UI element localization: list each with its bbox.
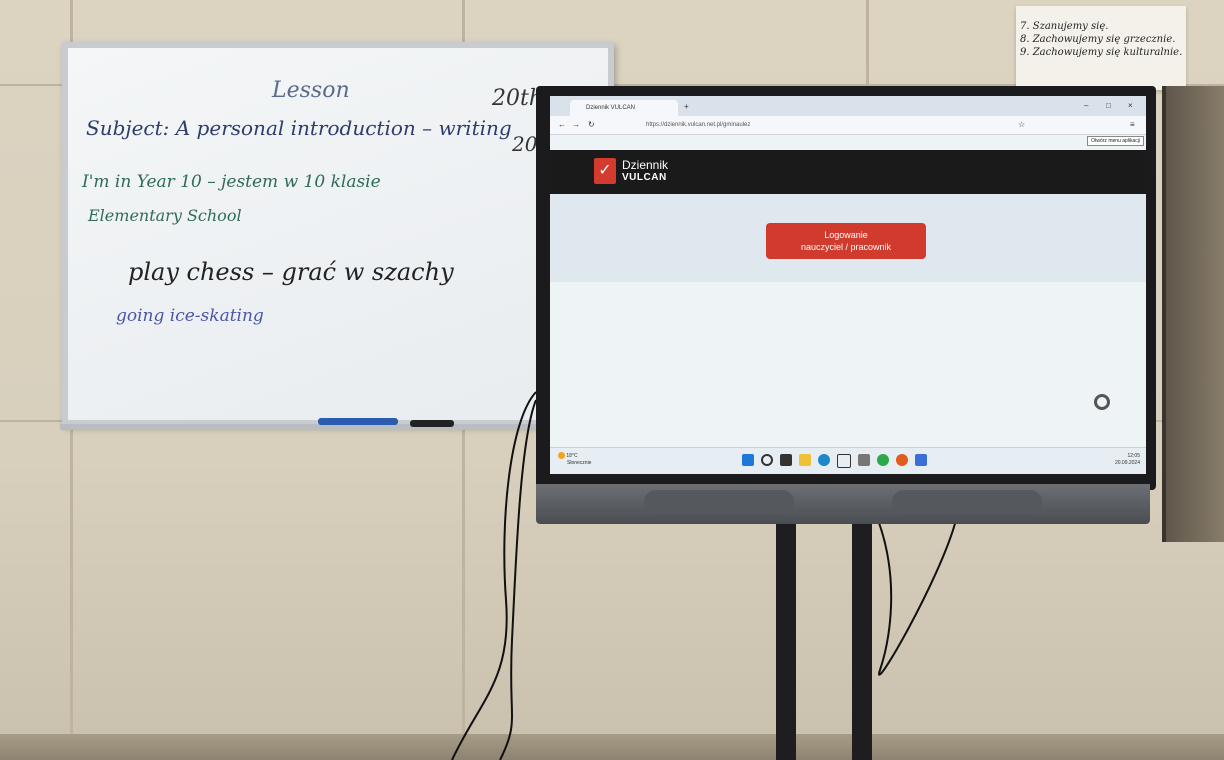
forward-icon[interactable]: →	[572, 120, 580, 130]
sun-icon	[558, 452, 565, 459]
windows-start-icon[interactable]	[742, 454, 754, 466]
taskbar-apps	[742, 454, 927, 468]
address-bar: ← → ↻ https://dziennik.vulcan.net.pl/gmi…	[550, 116, 1146, 135]
display-bottom-bar	[536, 484, 1150, 524]
logo-text: Dziennik	[622, 158, 669, 172]
new-tab-icon[interactable]: +	[684, 102, 689, 112]
login-button-sublabel: nauczyciel / pracownik	[800, 242, 892, 252]
back-icon[interactable]: ←	[558, 120, 566, 130]
windows-taskbar: 18°C Słonecznie 12:05 20.09.2024	[550, 447, 1146, 474]
bookmark-star-icon[interactable]: ☆	[1018, 120, 1025, 130]
minimize-icon[interactable]: –	[1084, 101, 1088, 111]
task-view-icon[interactable]	[780, 454, 792, 466]
login-button[interactable]: Logowanie nauczyciel / pracownik	[766, 223, 926, 259]
speaker-grille	[644, 490, 794, 514]
search-icon[interactable]	[761, 454, 773, 466]
monitor-stand-leg	[852, 522, 872, 760]
file-explorer-icon[interactable]	[799, 454, 811, 466]
monitor-stand-leg	[776, 522, 796, 760]
checklist-icon[interactable]	[837, 454, 851, 468]
chrome-icon[interactable]	[877, 454, 889, 466]
weather-temp: 18°C	[566, 452, 578, 459]
settings-app-icon[interactable]	[915, 454, 927, 466]
browser-tabstrip: Dziennik VULCAN + – □ ×	[550, 96, 1146, 116]
close-icon[interactable]: ×	[1128, 101, 1133, 111]
reload-icon[interactable]: ↻	[588, 120, 595, 130]
menu-icon[interactable]: ≡	[1130, 120, 1135, 130]
edge-icon[interactable]	[818, 454, 830, 466]
browser-tab[interactable]: Dziennik VULCAN	[570, 100, 678, 116]
logo-text: VULCAN	[622, 172, 667, 183]
speaker-grille	[892, 490, 1042, 514]
login-button-label: Logowanie	[824, 230, 868, 240]
checkmark-icon: ✓	[594, 158, 616, 184]
clock-time: 12:05	[1127, 453, 1140, 459]
maximize-icon[interactable]: □	[1106, 101, 1111, 111]
app-icon[interactable]	[858, 454, 870, 466]
clock-date: 20.09.2024	[1114, 460, 1140, 466]
menu-tooltip: Otwórz menu aplikacji	[1087, 136, 1144, 146]
firefox-icon[interactable]	[896, 454, 908, 466]
weather-desc: Słonecznie	[567, 459, 592, 466]
system-tray[interactable]: 12:05 20.09.2024	[1115, 453, 1140, 467]
loading-spinner-icon	[1094, 394, 1110, 410]
vulcan-header: ✓ Dziennik VULCAN	[550, 150, 1146, 194]
display-screen: Dziennik VULCAN + – □ × ← → ↻ https://dz…	[550, 96, 1146, 474]
weather-widget[interactable]: 18°C Słonecznie	[558, 452, 591, 467]
url-field[interactable]: https://dziennik.vulcan.net.pl/gminaulez	[646, 119, 1106, 131]
